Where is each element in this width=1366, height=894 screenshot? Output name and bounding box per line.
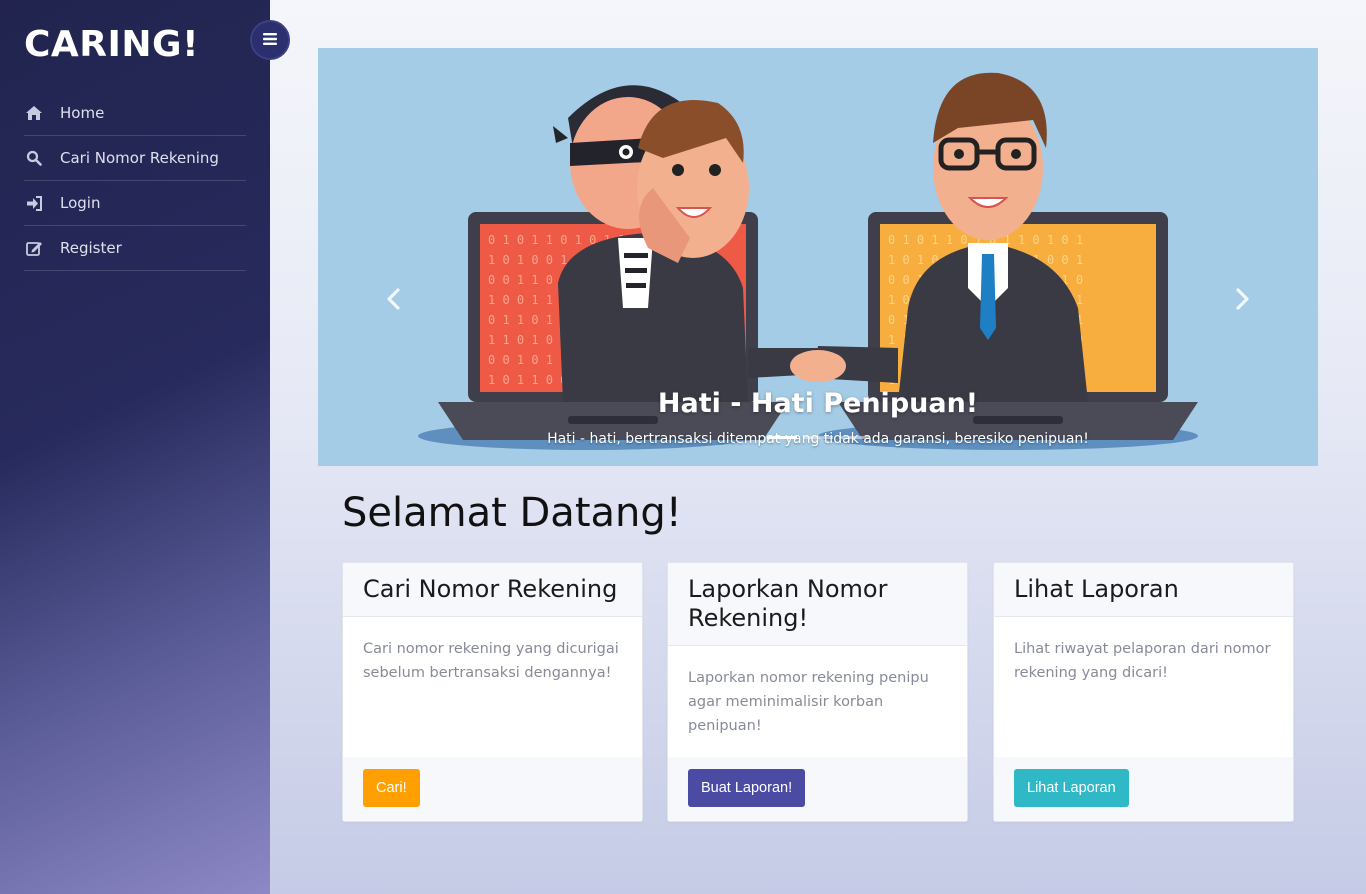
sidebar-item-label: Home bbox=[60, 104, 105, 122]
create-report-button[interactable]: Buat Laporan! bbox=[688, 769, 806, 807]
card-footer: Buat Laporan! bbox=[668, 757, 967, 821]
carousel-subtitle: Hati - hati, bertransaksi ditempat yang … bbox=[547, 431, 1089, 447]
sidebar-item-label: Cari Nomor Rekening bbox=[60, 149, 219, 167]
card-view-reports: Lihat Laporan Lihat riwayat pelaporan da… bbox=[993, 562, 1294, 822]
card-footer: Lihat Laporan bbox=[994, 757, 1293, 821]
card-title: Lihat Laporan bbox=[994, 563, 1293, 617]
sign-in-icon bbox=[24, 195, 44, 211]
card-footer: Cari! bbox=[343, 757, 642, 821]
hero-carousel[interactable]: 0 1 0 1 1 0 1 0 1 1 0 1 0 1 1 0 1 0 0 1 … bbox=[318, 48, 1318, 466]
card-report: Laporkan Nomor Rekening! Laporkan nomor … bbox=[667, 562, 968, 822]
card-text: Cari nomor rekening yang dicurigai sebel… bbox=[363, 641, 619, 681]
home-icon bbox=[24, 105, 44, 121]
carousel-indicator[interactable] bbox=[839, 436, 869, 439]
page-title: Selamat Datang! bbox=[342, 490, 682, 536]
view-reports-button[interactable]: Lihat Laporan bbox=[1014, 769, 1129, 807]
sidebar-item-search[interactable]: Cari Nomor Rekening bbox=[24, 136, 246, 181]
sidebar-item-register[interactable]: Register bbox=[24, 226, 246, 271]
brand-logo[interactable]: CARING! bbox=[24, 24, 199, 65]
chevron-right-icon bbox=[1236, 288, 1249, 310]
sidebar: CARING! Home Cari Nomor Rekening Login R… bbox=[0, 0, 270, 894]
carousel-title: Hati - Hati Penipuan! bbox=[657, 388, 979, 419]
search-icon bbox=[24, 150, 44, 166]
card-text: Laporkan nomor rekening penipu agar memi… bbox=[688, 670, 929, 734]
carousel-next-button[interactable] bbox=[1228, 284, 1258, 317]
bars-icon bbox=[263, 30, 277, 50]
sidebar-item-home[interactable]: Home bbox=[24, 91, 246, 136]
card-title: Cari Nomor Rekening bbox=[343, 563, 642, 617]
sidebar-toggle-button[interactable] bbox=[250, 20, 290, 60]
carousel-indicator[interactable] bbox=[803, 436, 833, 439]
card-title: Laporkan Nomor Rekening! bbox=[668, 563, 967, 646]
sidebar-item-label: Register bbox=[60, 239, 122, 257]
sidebar-item-login[interactable]: Login bbox=[24, 181, 246, 226]
chevron-left-icon bbox=[387, 288, 400, 310]
edit-icon bbox=[24, 240, 44, 256]
carousel-indicator[interactable] bbox=[767, 436, 797, 439]
search-button[interactable]: Cari! bbox=[363, 769, 420, 807]
card-text: Lihat riwayat pelaporan dari nomor reken… bbox=[1014, 641, 1271, 681]
sidebar-item-label: Login bbox=[60, 194, 101, 212]
carousel-indicators bbox=[767, 436, 869, 439]
card-search: Cari Nomor Rekening Cari nomor rekening … bbox=[342, 562, 643, 822]
carousel-prev-button[interactable] bbox=[378, 284, 408, 317]
sidebar-nav: Home Cari Nomor Rekening Login Register bbox=[24, 91, 246, 271]
